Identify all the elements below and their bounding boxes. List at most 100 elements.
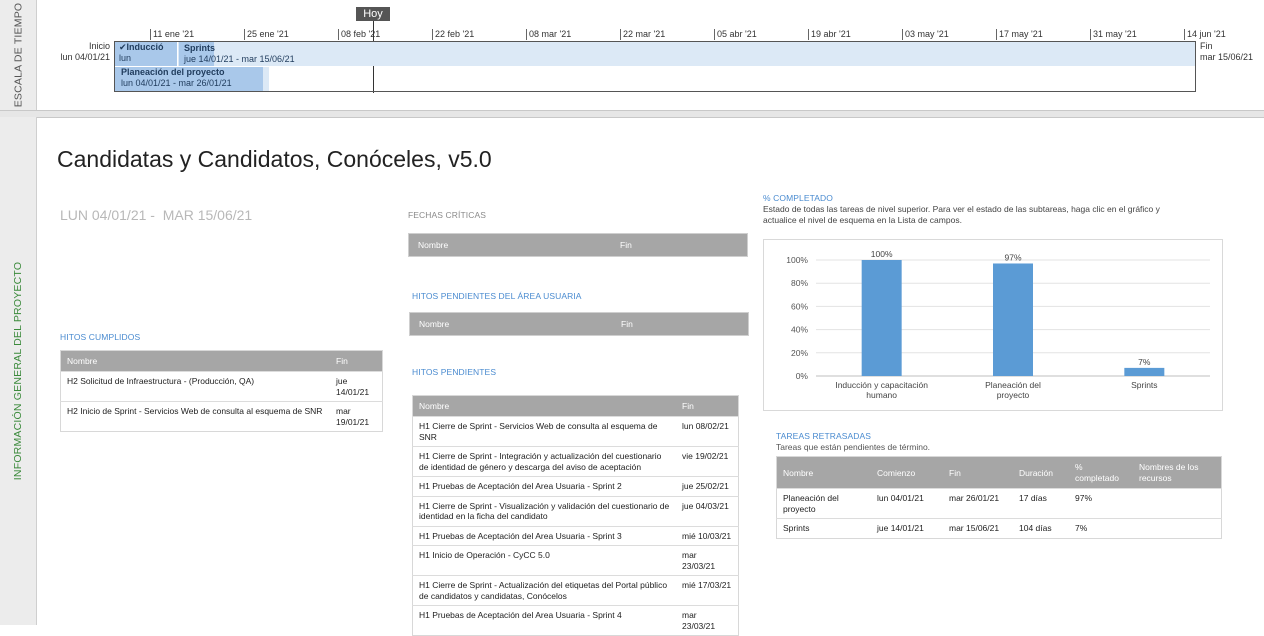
col-recursos[interactable]: Nombres de los recursos bbox=[1133, 456, 1222, 489]
report-side-label: INFORMACIÓN GENERAL DEL PROYECTO bbox=[12, 261, 25, 481]
col-fin[interactable]: Fin bbox=[943, 456, 1013, 489]
col-fin[interactable]: Fin bbox=[621, 313, 633, 335]
cell-completado: 7% bbox=[1069, 518, 1133, 538]
col-fin[interactable]: Fin bbox=[620, 234, 632, 256]
cell-fin: mar 15/06/21 bbox=[943, 518, 1013, 538]
table-row[interactable]: H1 Cierre de Sprint - Actualización del … bbox=[412, 575, 739, 606]
end-date: mar 15/06/21 bbox=[1200, 52, 1254, 62]
start-label: Inicio bbox=[88, 41, 110, 51]
bar-name: ✔Inducció bbox=[119, 42, 164, 52]
table-row[interactable]: H1 Inicio de Operación - CyCC 5.0 mar 23/… bbox=[412, 545, 739, 576]
table-row[interactable]: H1 Pruebas de Aceptación del Area Usuari… bbox=[412, 525, 739, 546]
tick: 25 ene '21 bbox=[244, 29, 289, 40]
col-completado[interactable]: % completado bbox=[1069, 456, 1133, 489]
timeline-bar-planeacion-tail bbox=[263, 67, 269, 91]
tick: 08 feb '21 bbox=[338, 29, 380, 40]
col-nombre[interactable]: Nombre bbox=[60, 350, 330, 372]
cell-recursos bbox=[1133, 518, 1222, 538]
bar-date: lun 04/01/21 - mar 26/01/21 bbox=[121, 78, 232, 88]
table-row[interactable]: H1 Cierre de Sprint - Visualización y va… bbox=[412, 495, 739, 526]
category-label: Sprints bbox=[1131, 380, 1157, 390]
bar-date: jue 14/01/21 - mar 15/06/21 bbox=[184, 54, 295, 64]
category-label: Planeación del bbox=[985, 380, 1041, 390]
timeline-bar-sprints-label: Sprints jue 14/01/21 - mar 15/06/21 bbox=[184, 43, 295, 65]
cell-recursos bbox=[1133, 488, 1222, 519]
table-row[interactable]: Planeación del proyecto lun 04/01/21 mar… bbox=[776, 488, 1222, 519]
cell-fin: mar 23/03/21 bbox=[676, 545, 739, 576]
date-range: LUN 04/01/21 - MAR 15/06/21 bbox=[60, 207, 253, 223]
table-header: Nombre Fin bbox=[60, 350, 383, 372]
cell-nombre: Sprints bbox=[776, 518, 871, 538]
completion-chart[interactable]: 0% 20% 40% 60% 80% 100% 100% Inducción y capaci… bbox=[764, 240, 1222, 410]
col-duracion[interactable]: Duración bbox=[1013, 456, 1069, 489]
cell-fin: jue 25/02/21 bbox=[676, 476, 739, 496]
cell-comienzo: lun 04/01/21 bbox=[871, 488, 943, 519]
category-label: Inducción y capacitación bbox=[835, 380, 928, 390]
retrasadas-title: TAREAS RETRASADAS bbox=[776, 431, 872, 441]
table-header: Nombre Comienzo Fin Duración % completad… bbox=[776, 456, 1222, 489]
cell-duracion: 104 días bbox=[1013, 518, 1069, 538]
timeline-end: Fin mar 15/06/21 bbox=[1200, 41, 1253, 63]
table-row[interactable]: H1 Pruebas de Aceptación del Area Usuari… bbox=[412, 605, 739, 636]
cell-fin: jue 14/01/21 bbox=[330, 371, 383, 402]
timeline[interactable]: Hoy 11 ene '21 25 ene '21 08 feb '21 22 … bbox=[36, 0, 1264, 110]
completion-chart-frame[interactable]: 0% 20% 40% 60% 80% 100% 100% Inducción y capaci… bbox=[763, 239, 1223, 411]
tick: 03 may '21 bbox=[902, 29, 949, 40]
cell-nombre: H1 Pruebas de Aceptación del Area Usuari… bbox=[412, 605, 676, 636]
cell-nombre: H1 Cierre de Sprint - Integración y actu… bbox=[412, 446, 676, 477]
table-header: Nombre Fin bbox=[412, 395, 739, 417]
start-date: lun 04/01/21 bbox=[60, 52, 110, 62]
pane-splitter[interactable] bbox=[0, 110, 1264, 118]
cell-nombre: H1 Pruebas de Aceptación del Area Usuari… bbox=[412, 476, 676, 496]
category-label: proyecto bbox=[997, 390, 1030, 400]
bar[interactable] bbox=[1124, 367, 1165, 376]
cell-nombre: Planeación del proyecto bbox=[776, 488, 871, 519]
cell-duracion: 17 días bbox=[1013, 488, 1069, 519]
timeline-side-label: ESCALA DE TIEMPO bbox=[12, 2, 25, 108]
col-fin[interactable]: Fin bbox=[330, 350, 383, 372]
retrasadas-table: Nombre Comienzo Fin Duración % completad… bbox=[776, 456, 1222, 539]
cell-nombre: H2 Solicitud de Infraestructura - (Produ… bbox=[60, 371, 330, 402]
hitos-pendientes-table: Nombre Fin H1 Cierre de Sprint - Servici… bbox=[412, 395, 739, 636]
table-row[interactable]: H1 Cierre de Sprint - Integración y actu… bbox=[412, 446, 739, 477]
data-label: 97% bbox=[1004, 252, 1021, 262]
hitos-pendientes-title: HITOS PENDIENTES bbox=[412, 367, 497, 377]
bar[interactable] bbox=[993, 263, 1033, 376]
col-nombre[interactable]: Nombre bbox=[418, 234, 448, 256]
y-tick-label: 20% bbox=[791, 348, 808, 358]
table-row[interactable]: H1 Cierre de Sprint - Servicios Web de c… bbox=[412, 416, 739, 447]
y-tick-label: 40% bbox=[791, 325, 808, 335]
tick: 11 ene '21 bbox=[150, 29, 194, 40]
bar[interactable] bbox=[861, 260, 902, 376]
tick: 19 abr '21 bbox=[808, 29, 851, 40]
col-nombre[interactable]: Nombre bbox=[776, 456, 871, 489]
today-marker: Hoy bbox=[356, 7, 390, 21]
table-row[interactable]: H2 Solicitud de Infraestructura - (Produ… bbox=[60, 371, 383, 402]
col-nombre[interactable]: Nombre bbox=[419, 313, 449, 335]
cell-nombre: H1 Inicio de Operación - CyCC 5.0 bbox=[412, 545, 676, 576]
bar-name: Planeación del proyecto bbox=[121, 67, 225, 77]
hitos-area-title: HITOS PENDIENTES DEL ÁREA USUARIA bbox=[412, 291, 582, 301]
timeline-bar-planeacion[interactable]: Planeación del proyecto lun 04/01/21 - m… bbox=[115, 67, 263, 91]
hitos-cumplidos-table: Nombre Fin H2 Solicitud de Infraestructu… bbox=[60, 350, 383, 432]
cell-nombre: H1 Cierre de Sprint - Actualización del … bbox=[412, 575, 676, 606]
completado-title: % COMPLETADO bbox=[763, 193, 833, 203]
cell-fin: lun 08/02/21 bbox=[676, 416, 739, 447]
cell-fin: mié 17/03/21 bbox=[676, 575, 739, 606]
hitos-cumplidos-title: HITOS CUMPLIDOS bbox=[60, 332, 141, 342]
report-title: Candidatas y Candidatos, Conóceles, v5.0 bbox=[57, 146, 492, 172]
bar-date: lun bbox=[119, 53, 132, 63]
y-tick-label: 80% bbox=[791, 278, 808, 288]
col-fin[interactable]: Fin bbox=[676, 395, 739, 417]
end-label: Fin bbox=[1200, 41, 1213, 51]
timeline-bar-induccion[interactable]: ✔Inducció lun bbox=[115, 42, 178, 66]
col-comienzo[interactable]: Comienzo bbox=[871, 456, 943, 489]
tick: 22 mar '21 bbox=[620, 29, 665, 40]
table-row[interactable]: Sprints jue 14/01/21 mar 15/06/21 104 dí… bbox=[776, 518, 1222, 538]
cell-fin: vie 19/02/21 bbox=[676, 446, 739, 477]
cell-nombre: H1 Cierre de Sprint - Visualización y va… bbox=[412, 495, 676, 526]
tick: 14 jun '21 bbox=[1184, 29, 1226, 40]
table-row[interactable]: H2 Inicio de Sprint - Servicios Web de c… bbox=[60, 401, 383, 432]
col-nombre[interactable]: Nombre bbox=[412, 395, 676, 417]
table-row[interactable]: H1 Pruebas de Aceptación del Area Usuari… bbox=[412, 476, 739, 496]
